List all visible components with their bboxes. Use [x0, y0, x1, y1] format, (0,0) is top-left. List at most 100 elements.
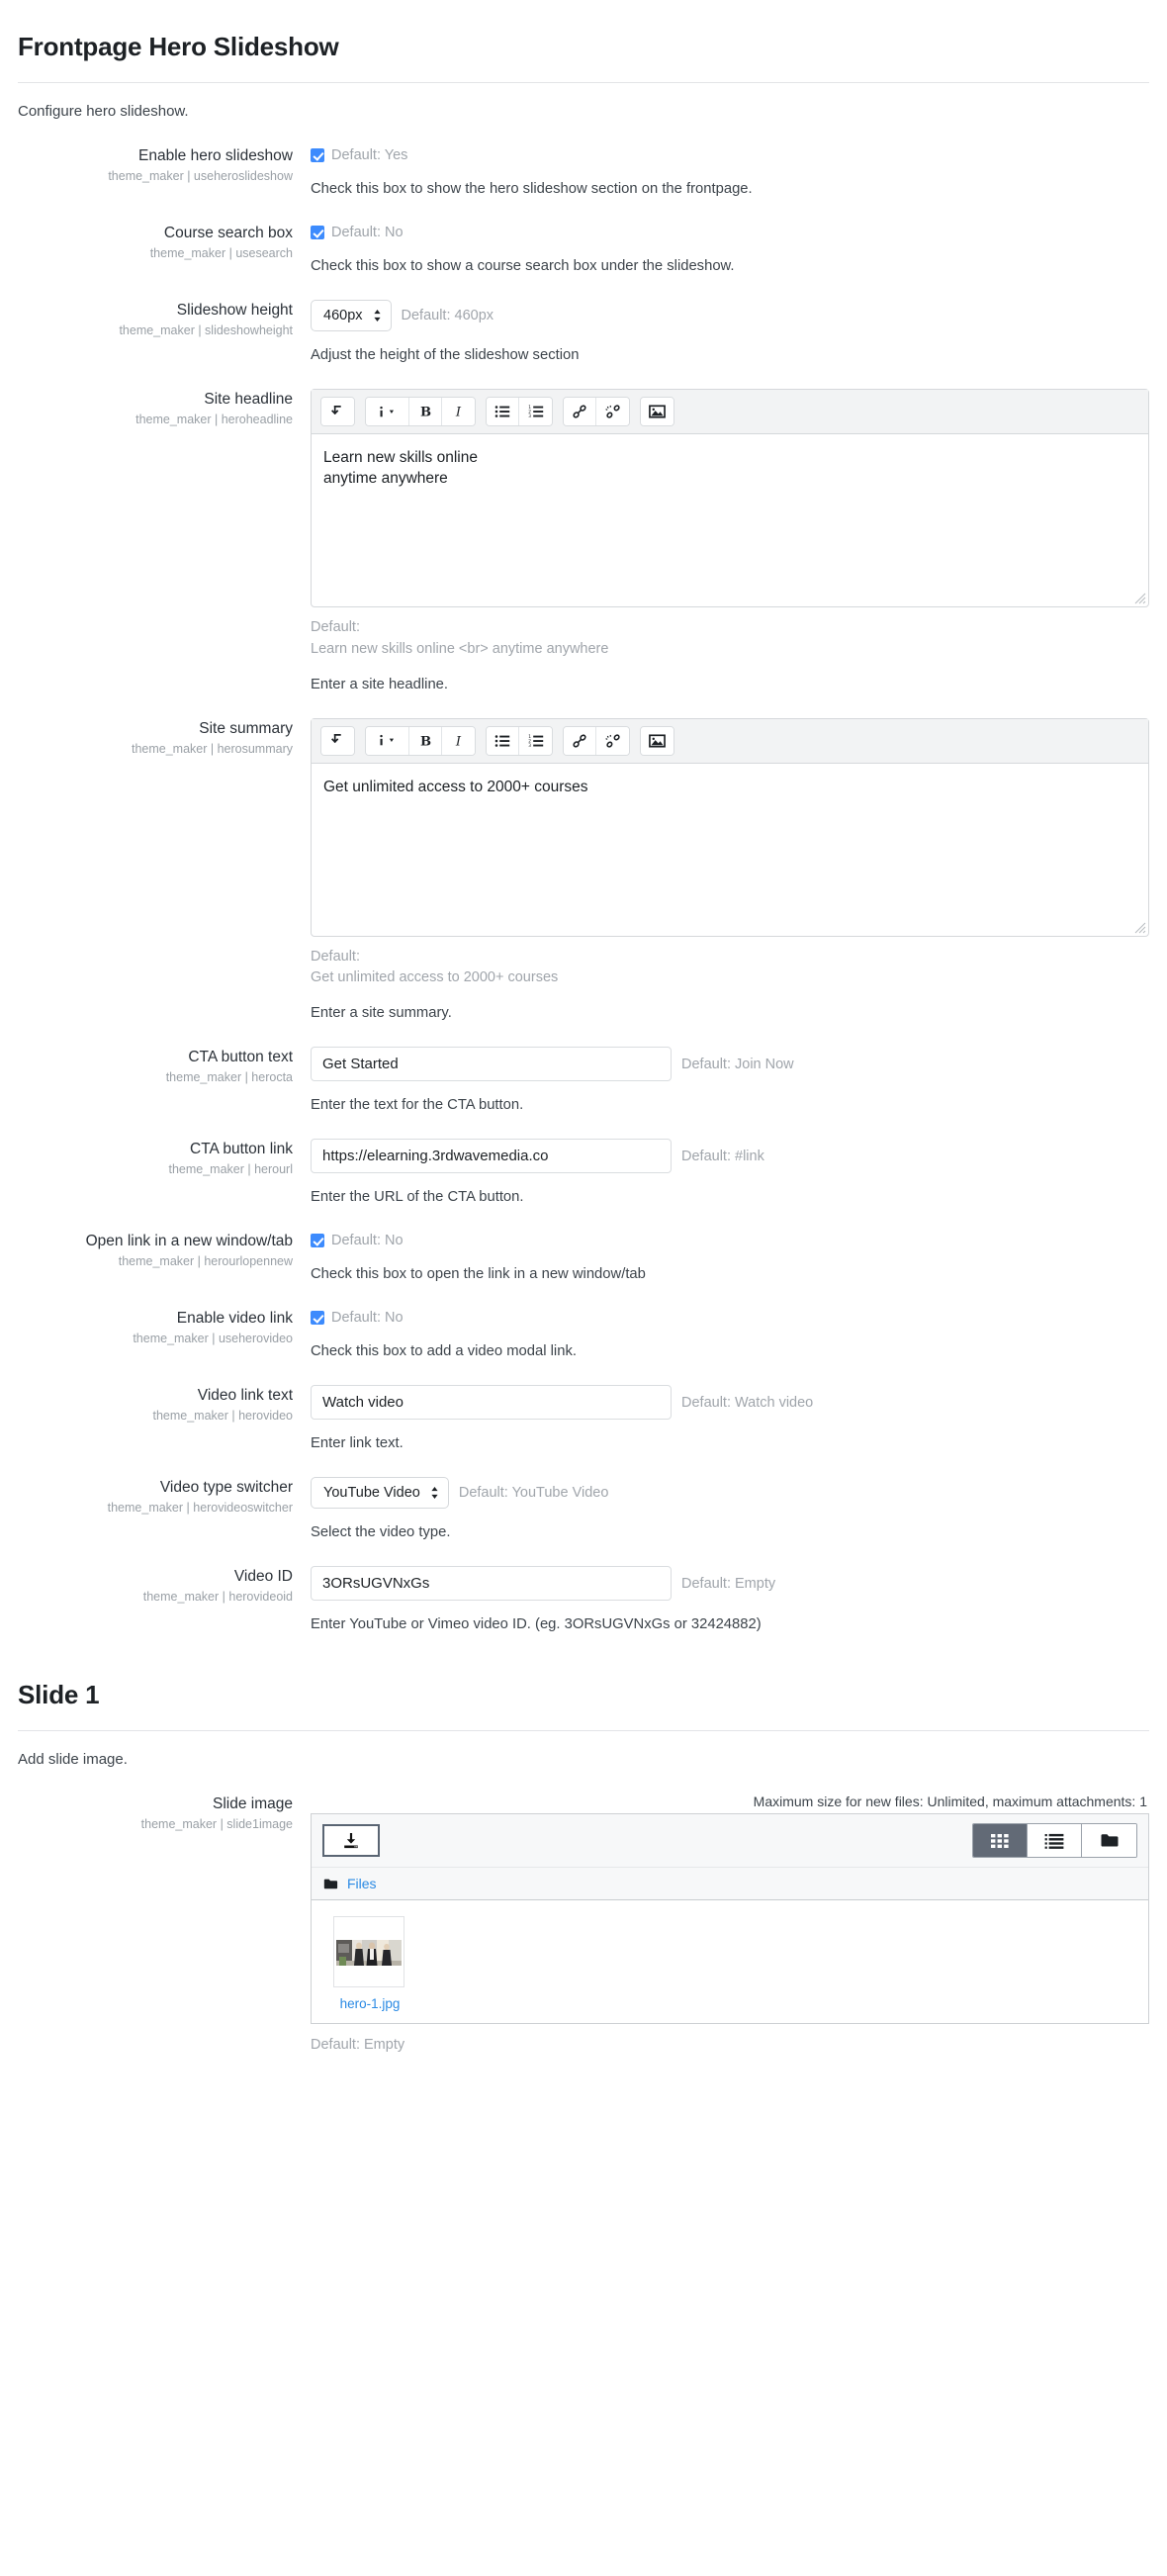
file-picker-toolbar	[312, 1814, 1148, 1868]
resize-grip-icon[interactable]	[1134, 922, 1146, 934]
toolbar-group-lists: 1 2 3	[486, 397, 553, 426]
italic-icon-button[interactable]: I	[442, 398, 475, 425]
default-note: Default: Watch video	[681, 1394, 814, 1411]
svg-text:B: B	[419, 734, 430, 748]
resize-grip-icon[interactable]	[1134, 593, 1146, 604]
info-dropdown-icon-button[interactable]	[366, 726, 409, 755]
list-view-button[interactable]	[1028, 1824, 1082, 1857]
bullet-list-icon-button[interactable]	[487, 726, 519, 755]
italic-icon-button[interactable]: I	[442, 726, 475, 755]
setting-key: theme_maker | useherovideo	[133, 1332, 293, 1346]
setting-row-herourlopennew: Open link in a new window/tab theme_make…	[18, 1231, 1149, 1282]
help-text: Check this box to show a course search b…	[311, 258, 735, 274]
title-divider	[18, 82, 1149, 83]
numbered-list-icon-button[interactable]: 1 2 3	[519, 398, 552, 425]
grid-icon	[991, 1833, 1009, 1848]
cta-button-text-input[interactable]	[311, 1047, 672, 1081]
headline-line-2: anytime anywhere	[323, 469, 448, 487]
setting-control: YouTube Video Default: YouTube Video Sel…	[311, 1477, 1149, 1540]
file-grid: hero-1.jpg	[312, 1900, 1148, 2023]
setting-label: Slideshow height theme_maker | slideshow…	[18, 300, 311, 338]
setting-name: Enable hero slideshow	[138, 147, 293, 164]
tree-view-button[interactable]	[1082, 1824, 1136, 1857]
file-name-link[interactable]: hero-1.jpg	[333, 1996, 406, 2011]
toolbar-group-undo	[320, 397, 355, 426]
select-value: 460px	[323, 308, 363, 323]
setting-label: Video type switcher theme_maker | herovi…	[18, 1477, 311, 1516]
settings-page: Frontpage Hero Slideshow Configure hero …	[0, 0, 1167, 2092]
default-label: Default:	[311, 619, 360, 635]
editor-toolbar: B I 1 2 3	[312, 390, 1148, 434]
file-picker: Files hero-1.jpg	[311, 1813, 1149, 2024]
add-file-button[interactable]	[322, 1824, 380, 1857]
setting-row-usesearch: Course search box theme_maker | usesearc…	[18, 223, 1149, 274]
default-note: Default: No	[331, 1233, 404, 1248]
info-dropdown-icon	[379, 734, 394, 746]
grid-view-button[interactable]	[973, 1824, 1028, 1857]
setting-label: CTA button link theme_maker | herourl	[18, 1139, 311, 1177]
undo-icon-button[interactable]	[321, 398, 354, 425]
input-row: Default: Watch video	[311, 1385, 1149, 1420]
slideshow-height-select[interactable]: 460px	[311, 300, 392, 331]
summary-text: Get unlimited access to 2000+ courses	[323, 778, 588, 795]
svg-text:I: I	[455, 406, 462, 419]
image-icon-button[interactable]	[641, 398, 673, 425]
enable-hero-slideshow-checkbox[interactable]	[311, 148, 324, 162]
numbered-list-icon: 1 2 3	[528, 405, 543, 418]
link-icon-button[interactable]	[564, 398, 596, 425]
setting-row-herosummary: Site summary theme_maker | herosummary B…	[18, 717, 1149, 1021]
file-picker-breadcrumb: Files	[312, 1868, 1148, 1900]
video-link-text-input[interactable]	[311, 1385, 672, 1420]
unlink-icon	[604, 733, 620, 748]
unlink-icon	[604, 405, 620, 418]
file-thumbnail[interactable]	[333, 1916, 404, 1987]
cta-button-link-input[interactable]	[311, 1139, 672, 1173]
setting-control: B I	[311, 389, 1149, 692]
setting-name: Enable video link	[176, 1310, 293, 1327]
numbered-list-icon-button[interactable]: 1 2 3	[519, 726, 552, 755]
setting-control: Default: Join Now Enter the text for the…	[311, 1047, 1149, 1113]
setting-control: Maximum size for new files: Unlimited, m…	[311, 1794, 1149, 2053]
bold-icon-button[interactable]: B	[409, 398, 442, 425]
setting-label: Enable hero slideshow theme_maker | useh…	[18, 145, 311, 184]
enable-video-link-checkbox[interactable]	[311, 1311, 324, 1325]
video-type-switcher-select[interactable]: YouTube Video	[311, 1477, 449, 1509]
image-icon-button[interactable]	[641, 726, 673, 755]
setting-name: Site headline	[204, 391, 293, 408]
setting-name: CTA button link	[190, 1141, 293, 1157]
info-dropdown-icon-button[interactable]	[366, 398, 409, 425]
setting-key: theme_maker | usesearch	[149, 246, 293, 261]
setting-label: Course search box theme_maker | usesearc…	[18, 223, 311, 261]
setting-name: Slide image	[213, 1795, 293, 1812]
page-title: Frontpage Hero Slideshow	[18, 32, 339, 61]
setting-row-useheroslideshow: Enable hero slideshow theme_maker | useh…	[18, 145, 1149, 197]
summary-editor-content[interactable]: Get unlimited access to 2000+ courses	[312, 764, 1148, 936]
page-description: Configure hero slideshow.	[18, 103, 189, 120]
default-value: Get unlimited access to 2000+ courses	[311, 969, 559, 986]
video-id-input[interactable]	[311, 1566, 672, 1601]
open-link-new-window-checkbox[interactable]	[311, 1234, 324, 1247]
link-icon-button[interactable]	[564, 726, 596, 755]
image-icon	[649, 405, 666, 418]
breadcrumb-files-link[interactable]: Files	[347, 1876, 377, 1891]
toolbar-group-format: B I	[365, 397, 476, 426]
setting-key: theme_maker | herovideo	[152, 1409, 293, 1424]
setting-control: 460px Default: 460px Adjust the height o…	[311, 300, 1149, 363]
setting-row-heroheadline: Site headline theme_maker | heroheadline	[18, 389, 1149, 692]
headline-editor-content[interactable]: Learn new skills online anytime anywhere	[312, 434, 1148, 606]
help-text: Check this box to open the link in a new…	[311, 1266, 646, 1282]
help-text: Enter link text.	[311, 1435, 404, 1451]
bullet-list-icon-button[interactable]	[487, 398, 519, 425]
unlink-icon-button[interactable]	[596, 398, 629, 425]
setting-label: Video ID theme_maker | herovideoid	[18, 1566, 311, 1605]
setting-label: Site headline theme_maker | heroheadline	[18, 389, 311, 427]
info-dropdown-icon	[379, 406, 394, 416]
default-note: Default: Join Now	[681, 1056, 794, 1072]
setting-label: Slide image theme_maker | slide1image	[18, 1794, 311, 1832]
setting-key: theme_maker | herocta	[165, 1070, 293, 1085]
setting-key: theme_maker | useheroslideshow	[108, 169, 293, 184]
undo-icon-button[interactable]	[321, 726, 354, 755]
course-search-box-checkbox[interactable]	[311, 226, 324, 239]
bold-icon-button[interactable]: B	[409, 726, 442, 755]
unlink-icon-button[interactable]	[596, 726, 629, 755]
